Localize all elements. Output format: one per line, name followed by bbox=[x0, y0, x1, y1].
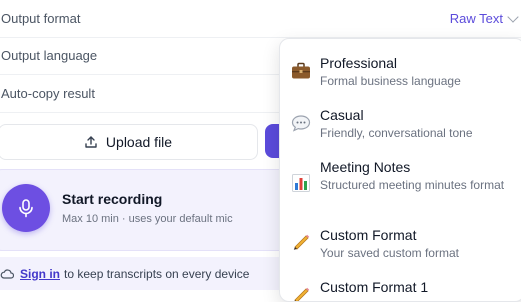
pencil-icon bbox=[290, 230, 312, 252]
speech-bubble-icon bbox=[290, 112, 312, 134]
format-dropdown-menu: Professional Formal business language Ca… bbox=[279, 38, 521, 302]
option-description: Structured meeting minutes format bbox=[320, 178, 505, 192]
cloud-icon bbox=[0, 268, 14, 279]
format-option-meeting-notes[interactable]: Meeting Notes Structured meeting minutes… bbox=[280, 143, 521, 213]
pencil-icon bbox=[290, 283, 312, 301]
signin-banner: Sign in to keep transcripts on every dev… bbox=[0, 257, 292, 290]
output-format-select[interactable]: Raw Text bbox=[449, 0, 519, 37]
recording-title: Start recording bbox=[62, 191, 163, 207]
option-name: Custom Format 1 bbox=[320, 279, 429, 295]
upload-file-button[interactable]: Upload file bbox=[0, 124, 258, 160]
upload-file-label: Upload file bbox=[105, 134, 173, 150]
format-option-professional[interactable]: Professional Formal business language bbox=[280, 39, 521, 91]
upload-icon bbox=[85, 136, 97, 148]
bar-chart-icon bbox=[290, 172, 312, 194]
output-format-row[interactable]: Output format Raw Text bbox=[0, 0, 521, 38]
output-format-label: Output format bbox=[1, 11, 81, 26]
output-format-value: Raw Text bbox=[449, 11, 503, 26]
microphone-icon bbox=[19, 199, 33, 218]
option-description: Friendly, conversational tone bbox=[320, 126, 473, 140]
option-name: Professional bbox=[320, 55, 398, 71]
format-option-custom-format[interactable]: Custom Format Your saved custom format bbox=[280, 217, 521, 269]
briefcase-icon bbox=[290, 60, 312, 82]
signin-link[interactable]: Sign in bbox=[20, 267, 60, 281]
chevron-down-icon bbox=[507, 10, 519, 23]
option-name: Meeting Notes bbox=[320, 159, 411, 175]
record-button[interactable] bbox=[2, 184, 50, 232]
signin-text: to keep transcripts on every device bbox=[64, 266, 250, 281]
option-name: Custom Format bbox=[320, 227, 417, 243]
option-description: Your saved custom format bbox=[320, 246, 459, 260]
output-language-label: Output language bbox=[1, 48, 98, 63]
format-option-casual[interactable]: Casual Friendly, conversational tone bbox=[280, 91, 521, 143]
option-description: Formal business language bbox=[320, 74, 461, 88]
auto-copy-label: Auto-copy result bbox=[1, 86, 95, 101]
option-name: Casual bbox=[320, 107, 364, 123]
format-option-custom-format-1[interactable]: Custom Format 1 bbox=[280, 269, 521, 301]
recording-subtitle: Max 10 min · uses your default mic bbox=[62, 213, 233, 225]
